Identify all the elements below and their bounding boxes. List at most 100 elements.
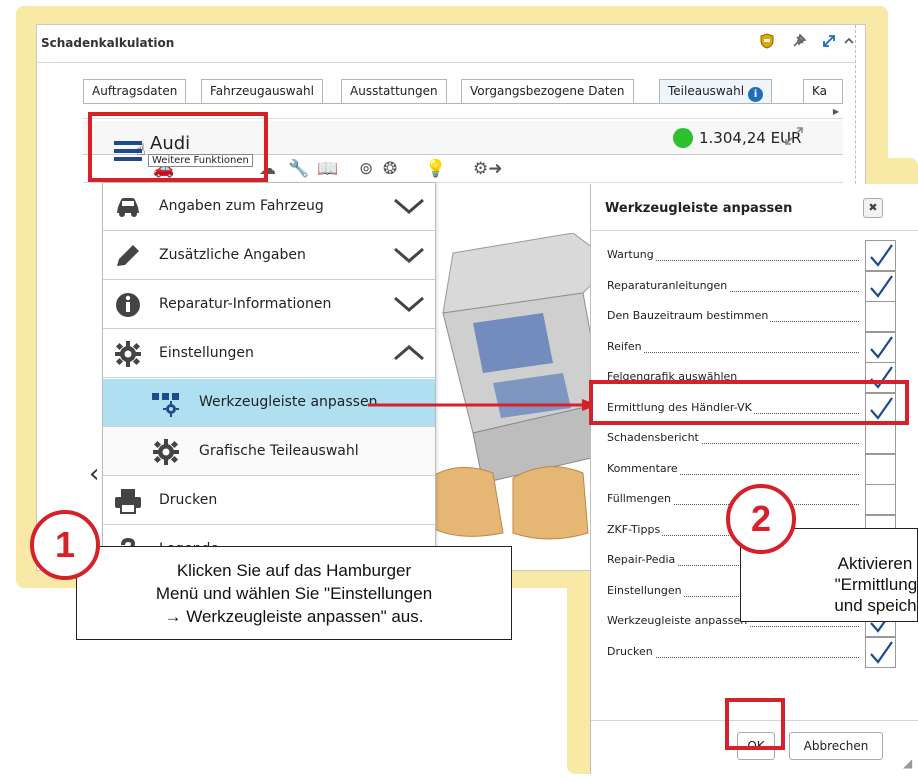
info-icon: i [748, 87, 764, 102]
option-checkbox[interactable] [865, 271, 896, 302]
checkmark-icon [870, 641, 893, 664]
chevron-up-icon [394, 345, 424, 361]
option-checkbox[interactable] [865, 484, 896, 515]
option-label: ZKF-Tipps [607, 523, 663, 536]
car-icon [117, 198, 139, 217]
option-label: Den Bauzeitraum bestimmen [607, 309, 771, 322]
printer-icon [115, 489, 141, 514]
collapse-icon[interactable] [843, 33, 855, 51]
chevron-down-icon [394, 247, 424, 263]
option-label: Drucken [607, 645, 655, 658]
option-label: Wartung [607, 248, 656, 261]
previous-arrow-icon[interactable]: ‹ [89, 459, 99, 489]
menu-item-drucken[interactable]: Drucken [103, 477, 435, 525]
red-arrow [368, 399, 598, 411]
tab-ka[interactable]: Ka [803, 79, 843, 103]
option-label: Werkzeugleiste anpassen [607, 614, 750, 627]
checkmark-icon [870, 336, 893, 359]
menu-item-einstellungen[interactable]: Einstellungen [103, 330, 435, 378]
callout-line: Klicken Sie auf das Hamburger [176, 561, 412, 580]
tab-ausstattungen[interactable]: Ausstattungen [341, 79, 447, 103]
option-checkbox[interactable] [865, 332, 896, 363]
rim-icon[interactable]: ❂ [383, 159, 397, 179]
lightbulb-icon[interactable]: 💡 [425, 159, 446, 179]
menu-item-label: Grafische Teileauswahl [199, 443, 359, 459]
option-label: Kommentare [607, 462, 680, 475]
option-checkbox[interactable] [865, 240, 896, 271]
menu-item-label: Drucken [159, 492, 218, 508]
hamburger-highlight[interactable]: ☝ Audi Weitere Funktionen [88, 112, 268, 182]
book-icon[interactable]: 📖 [317, 159, 338, 179]
tab-vorgangsbezogene-daten[interactable]: Vorgangsbezogene Daten [461, 79, 634, 103]
option-label: Reparaturanleitungen [607, 279, 730, 292]
option-checkbox[interactable] [865, 637, 896, 668]
scroll-right-icon[interactable]: ▶ [833, 107, 839, 116]
shield-icon[interactable] [760, 33, 774, 53]
divider [591, 230, 918, 231]
step-badge-2: 2 [726, 484, 796, 554]
option-label: Füllmengen [607, 492, 673, 505]
option-checkbox[interactable] [865, 301, 896, 332]
menu-item-label: Zusätzliche Angaben [159, 247, 306, 263]
option-label: Einstellungen [607, 584, 684, 597]
callout-line: → Werkzeugleiste anpassen" aus. [164, 607, 424, 626]
window-title-bar: Schadenkalkulation [37, 25, 865, 63]
window-title: Schadenkalkulation [41, 36, 175, 50]
resize-grip-icon[interactable]: ◢ [903, 756, 912, 770]
pin-icon[interactable] [791, 33, 807, 53]
tab-underline [83, 103, 843, 104]
vehicle-brand: Audi [150, 133, 191, 154]
gear-icon [115, 341, 141, 367]
menu-item-label: Werkzeugleiste anpassen [199, 394, 378, 410]
tab-label: Ausstattungen [350, 84, 438, 98]
wrench-icon[interactable]: 🔧 [288, 159, 309, 179]
menu-item-label: Reparatur-Informationen [159, 296, 332, 312]
tire-icon[interactable]: ⊚ [359, 159, 373, 179]
chevron-down-icon [394, 198, 424, 214]
hamburger-menu: Angaben zum Fahrzeug Zusätzliche Angaben… [102, 182, 436, 582]
toolbar-gear-icon [152, 393, 179, 417]
status-indicator [673, 128, 693, 148]
pencil-icon [117, 245, 139, 266]
menu-item-reparatur-informationen[interactable]: Reparatur-Informationen [103, 281, 435, 329]
callout-line: Aktivieren S [837, 554, 917, 573]
callout-text: Aktivieren S "Ermittlung d und speicher [763, 553, 918, 616]
hand-cursor-icon: ☝ [136, 140, 146, 159]
row-leader-line [607, 352, 859, 353]
chevron-down-icon [394, 296, 424, 312]
callout-step-1: Klicken Sie auf das Hamburger Menü und w… [76, 546, 512, 640]
info-icon [116, 293, 140, 317]
step-badge-1: 1 [30, 510, 100, 580]
option-checkbox[interactable] [865, 423, 896, 454]
close-icon[interactable]: ✖ [863, 198, 883, 218]
expand-icon[interactable] [783, 125, 805, 152]
option-label: Reifen [607, 340, 644, 353]
gear-icon [153, 439, 179, 465]
gear-arrow-icon[interactable]: ⚙➜ [473, 159, 502, 179]
highlight-ok-button [725, 698, 785, 750]
menu-item-zusaetzliche-angaben[interactable]: Zusätzliche Angaben [103, 232, 435, 280]
tooltip: Weitere Funktionen [148, 154, 253, 167]
option-label: Repair-Pedia [607, 553, 678, 566]
tab-auftragsdaten[interactable]: Auftragsdaten [83, 79, 187, 103]
maximize-icon[interactable] [821, 33, 837, 53]
callout-line: "Ermittlung d [834, 575, 918, 594]
tab-label: Fahrzeugauswahl [210, 84, 314, 98]
menu-item-label: Einstellungen [159, 345, 254, 361]
option-label: Schadensbericht [607, 431, 701, 444]
option-checkbox[interactable] [865, 454, 896, 485]
menu-item-grafische-teileauswahl[interactable]: Grafische Teileauswahl [103, 428, 435, 476]
tab-label: Vorgangsbezogene Daten [470, 84, 625, 98]
callout-line: Menü und wählen Sie "Einstellungen [155, 584, 433, 603]
tab-teileauswahl[interactable]: Teileauswahl i [659, 79, 773, 103]
tab-label: Teileauswahl [668, 84, 745, 98]
highlight-haendler-vk-row [589, 380, 909, 425]
cancel-button[interactable]: Abbrechen [789, 732, 883, 760]
werkzeugleiste-dialog: Werkzeugleiste anpassen ✖ Wartung Reparat… [590, 184, 918, 774]
checkmark-icon [870, 244, 893, 267]
tab-fahrzeugauswahl[interactable]: Fahrzeugauswahl [201, 79, 323, 103]
tab-label: Ka [812, 84, 828, 98]
callout-text: Klicken Sie auf das Hamburger Menü und w… [77, 559, 511, 628]
menu-item-angaben-zum-fahrzeug[interactable]: Angaben zum Fahrzeug [103, 183, 435, 231]
checkmark-icon [870, 275, 893, 298]
